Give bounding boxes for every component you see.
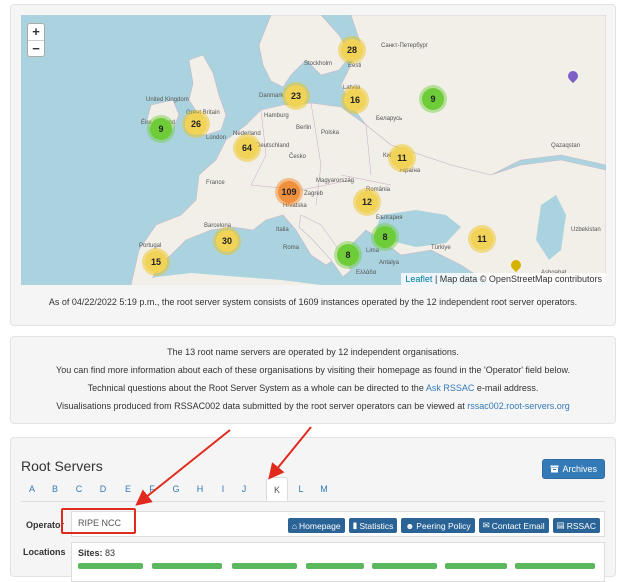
location-item[interactable] bbox=[232, 563, 297, 569]
location-item[interactable] bbox=[515, 563, 595, 569]
location-item[interactable] bbox=[445, 563, 507, 569]
location-item[interactable] bbox=[372, 563, 437, 569]
annotation-arrow-1 bbox=[135, 429, 231, 506]
location-item[interactable] bbox=[306, 563, 364, 569]
annotation-arrows bbox=[135, 426, 312, 506]
location-item[interactable] bbox=[152, 563, 222, 569]
location-item[interactable] bbox=[78, 563, 143, 569]
annotation-arrow-2 bbox=[268, 426, 312, 480]
